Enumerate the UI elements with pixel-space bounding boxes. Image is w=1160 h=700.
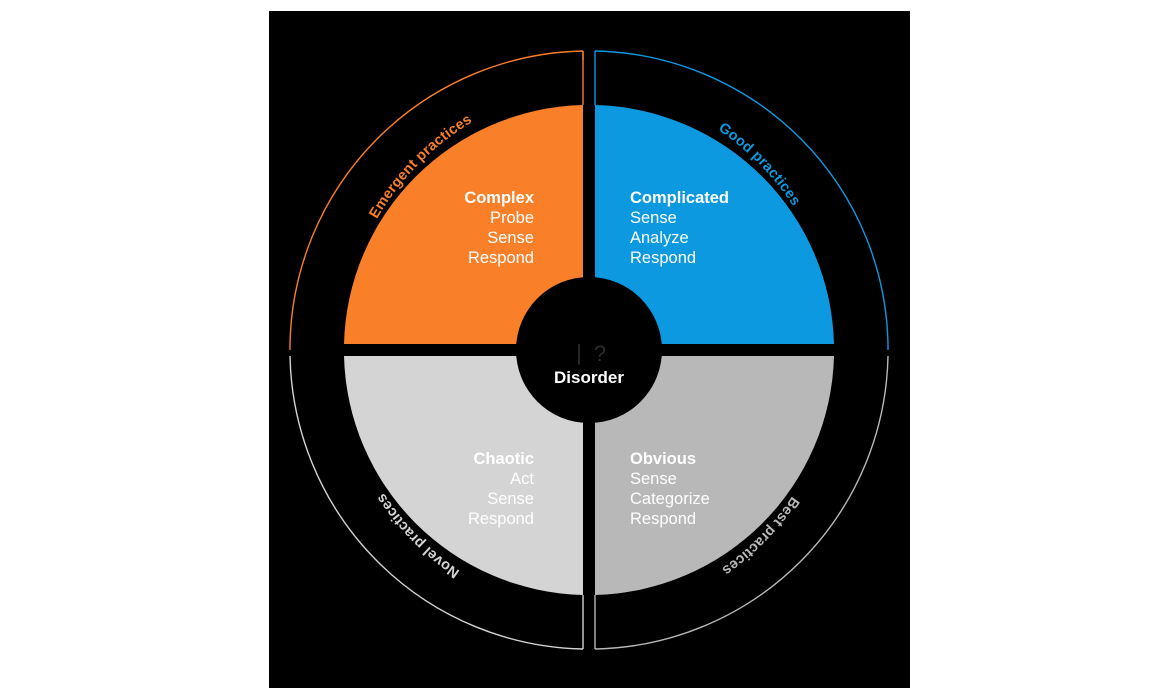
obvious-step-1: Sense [630, 470, 677, 488]
complicated-title: Complicated [630, 189, 729, 207]
complex-step-3: Respond [468, 249, 534, 267]
chaotic-step-2: Sense [487, 490, 534, 508]
figure-stage: | ? Disorder Complex Probe Sense Respond… [0, 0, 1160, 700]
disorder-label: Disorder [554, 368, 624, 387]
center-disorder[interactable]: | ? Disorder [516, 277, 662, 423]
cynefin-diagram-panel: | ? Disorder Complex Probe Sense Respond… [269, 11, 910, 688]
chaotic-title: Chaotic [473, 450, 534, 468]
complicated-step-3: Respond [630, 249, 696, 267]
complicated-step-2: Analyze [630, 229, 689, 247]
obvious-step-2: Categorize [630, 490, 710, 508]
chaotic-step-1: Act [510, 470, 534, 488]
disorder-circle [516, 277, 662, 423]
cynefin-svg: | ? Disorder Complex Probe Sense Respond… [289, 50, 889, 650]
complex-step-1: Probe [490, 209, 534, 227]
complex-title: Complex [464, 189, 535, 207]
obvious-step-3: Respond [630, 510, 696, 528]
disorder-divider-mark: | [576, 340, 582, 365]
disorder-question-mark: ? [594, 341, 606, 366]
obvious-title: Obvious [630, 450, 696, 468]
complex-step-2: Sense [487, 229, 534, 247]
chaotic-step-3: Respond [468, 510, 534, 528]
complicated-step-1: Sense [630, 209, 677, 227]
